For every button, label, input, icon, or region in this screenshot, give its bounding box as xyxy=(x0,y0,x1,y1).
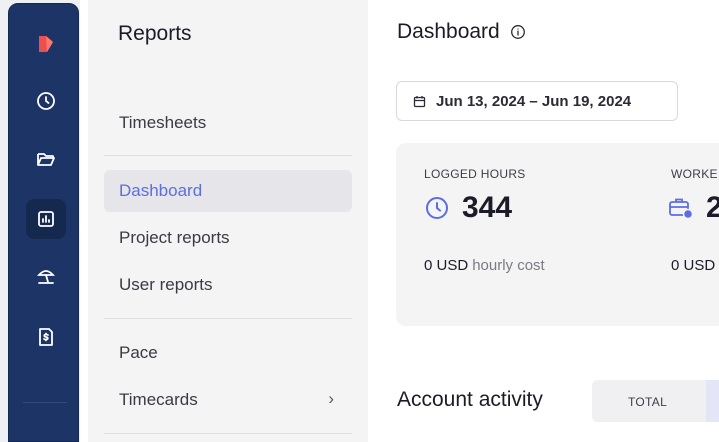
icon-rail-panel xyxy=(8,3,79,442)
sidebar-item-label: Project reports xyxy=(119,228,230,247)
time-off-nav[interactable] xyxy=(26,256,66,296)
account-activity-title: Account activity xyxy=(397,388,543,411)
sidebar-divider xyxy=(104,318,352,319)
sidebar-item-label: Dashboard xyxy=(119,181,203,200)
page-title-text: Dashboard xyxy=(397,20,500,43)
folder-icon xyxy=(37,153,55,166)
icon-rail xyxy=(0,0,80,442)
sidebar-item-pace[interactable]: Pace xyxy=(104,332,352,374)
app-logo-button[interactable] xyxy=(26,24,66,64)
briefcase-clock-icon xyxy=(669,198,694,220)
clock-icon xyxy=(426,197,448,219)
stat-label-worked: WORKE xyxy=(671,167,718,181)
cost-value: 0 USD xyxy=(671,257,716,274)
reports-chart-icon xyxy=(38,211,54,227)
stat-label-logged-hours: LOGGED HOURS xyxy=(424,167,526,181)
sidebar-divider xyxy=(104,433,352,434)
stat-value-logged-hours: 344 xyxy=(424,191,512,225)
info-icon[interactable] xyxy=(510,24,526,40)
invoice-dollar-icon xyxy=(39,328,53,346)
calendar-icon xyxy=(413,95,426,107)
main-content: Dashboard Jun 13, 2024 – Jun 19, 2024 LO… xyxy=(368,0,719,442)
projects-nav[interactable] xyxy=(26,139,66,179)
sidebar-divider xyxy=(104,155,352,156)
stat-value-worked: 2 xyxy=(668,191,719,225)
tab-next[interactable] xyxy=(706,380,719,422)
beach-umbrella-icon xyxy=(37,270,55,284)
sidebar-item-project-reports[interactable]: Project reports xyxy=(104,217,352,259)
tab-total[interactable]: TOTAL xyxy=(628,395,667,409)
time-tracker-nav[interactable] xyxy=(26,81,66,121)
date-range-text: Jun 13, 2024 – Jun 19, 2024 xyxy=(436,92,632,110)
stat-cost-logged-hours: 0 USD hourly cost xyxy=(424,257,545,274)
sidebar-item-timecards[interactable]: Timecards › xyxy=(104,379,352,421)
rail-divider xyxy=(23,402,67,403)
sidebar-item-user-reports[interactable]: User reports xyxy=(104,264,352,306)
activity-segmented-control: TOTAL xyxy=(592,380,719,422)
stat-number: 344 xyxy=(462,191,513,224)
stats-card: LOGGED HOURS 344 0 USD hourly cost WORKE … xyxy=(396,143,719,326)
reports-sidebar: Reports Timesheets Dashboard Project rep… xyxy=(88,0,368,442)
app-logo-icon xyxy=(39,36,53,52)
sidebar-item-timesheets[interactable]: Timesheets xyxy=(104,102,352,144)
clock-icon xyxy=(37,92,55,110)
cost-value: 0 USD xyxy=(424,257,469,274)
stat-cost-worked: 0 USD xyxy=(671,257,715,274)
sidebar-item-dashboard[interactable]: Dashboard xyxy=(104,170,352,212)
sidebar-title: Reports xyxy=(118,22,192,45)
reports-nav[interactable] xyxy=(26,199,66,239)
sidebar-item-label: Pace xyxy=(119,343,158,362)
sidebar-item-label: Timecards xyxy=(119,390,198,409)
stat-number: 2 xyxy=(706,191,719,224)
cost-note: hourly cost xyxy=(472,257,545,274)
chevron-right-icon: › xyxy=(328,389,334,408)
page-title: Dashboard xyxy=(397,20,526,44)
sidebar-item-label: User reports xyxy=(119,275,213,294)
date-range-picker[interactable]: Jun 13, 2024 – Jun 19, 2024 xyxy=(396,81,678,121)
invoices-nav[interactable] xyxy=(26,317,66,357)
sidebar-item-label: Timesheets xyxy=(119,113,207,132)
